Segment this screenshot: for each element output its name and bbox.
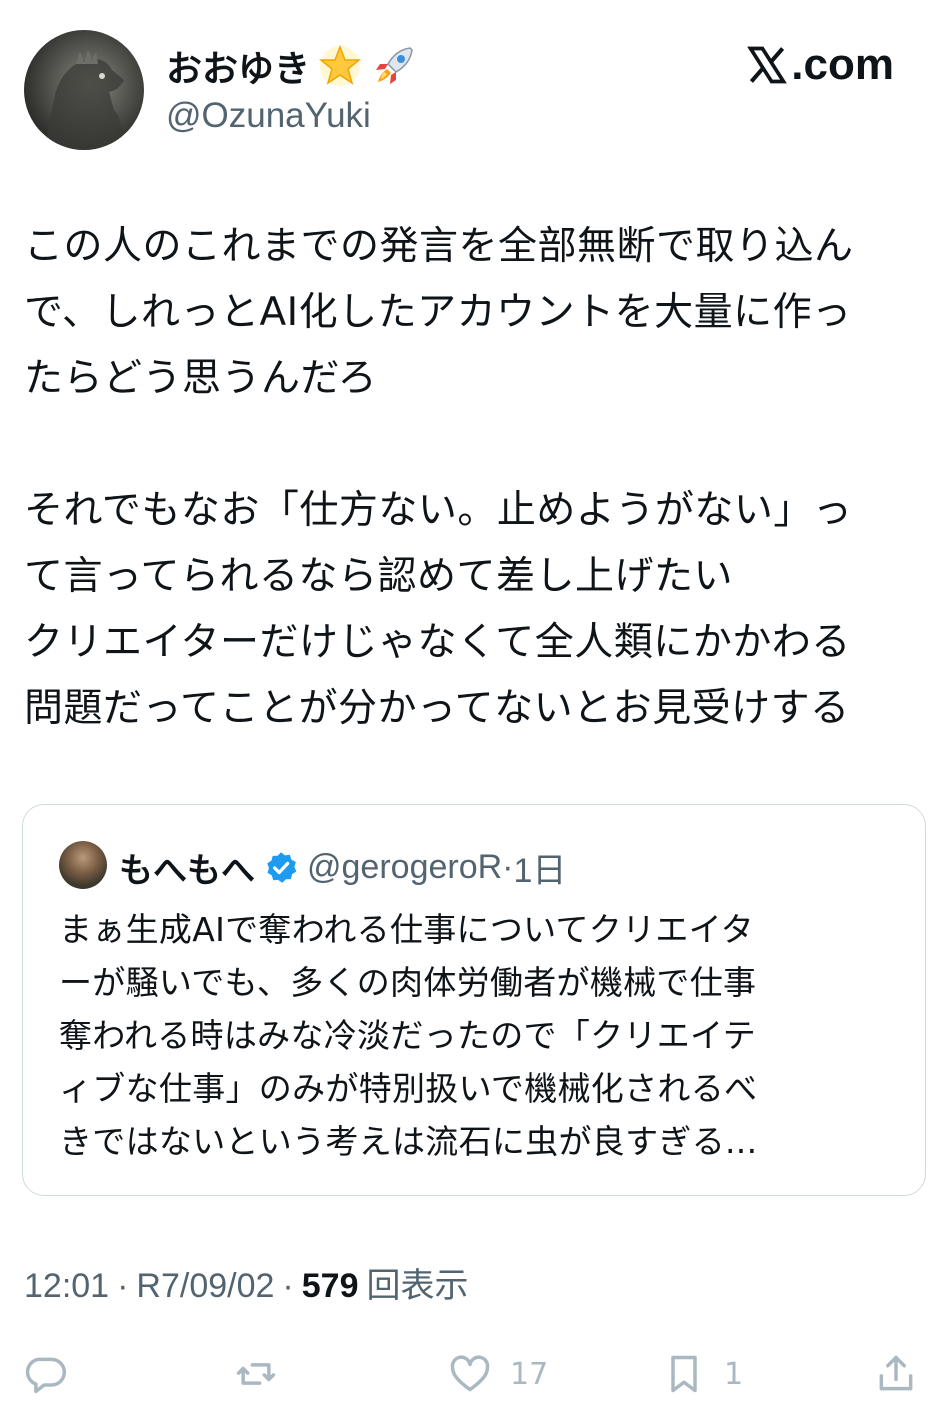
tweet-line: 問題だってことが分かってないとお見受けする <box>24 686 850 731</box>
quoted-line: まぁ生成AIで奪われる仕事についてクリエイタ <box>59 910 754 949</box>
retweet-icon <box>236 1363 276 1385</box>
author-handle[interactable]: @OzunaYuki <box>166 96 371 136</box>
author-display-name-row: おおゆき <box>166 40 418 92</box>
heart-icon <box>450 1355 490 1392</box>
quoted-line: 奪われる時はみな冷淡だったので「クリエイテ <box>59 1016 756 1055</box>
tweet-text: この人のこれまでの発言を全部無断で取り込ん で、しれっとAI化したアカウントを大… <box>24 214 934 742</box>
share-button[interactable] <box>874 1352 918 1396</box>
like-button[interactable]: 17 <box>448 1352 548 1396</box>
tweet-screenshot: おおゆき @OzunaYuki .com この人のこれまでの発言を全部無断で取り… <box>0 0 950 1414</box>
x-icon <box>747 46 788 84</box>
tweet-line-blank <box>24 412 934 478</box>
views-count: 579 <box>301 1267 359 1305</box>
tweet-line: て言ってられるなら認めて差し上げたい <box>24 554 734 599</box>
tweet-line: たらどう思うんだろ <box>24 356 378 401</box>
separator-dot: · <box>502 848 514 886</box>
quoted-line: きではないという考えは流石に虫が良すぎる... <box>59 1122 758 1161</box>
quoted-line: ーが騒いでも、多くの肉体労働者が機械で仕事 <box>59 963 757 1002</box>
quoted-tweet-time[interactable]: 1日 <box>514 843 567 892</box>
quoted-tweet-text: まぁ生成AIで奪われる仕事についてクリエイタ ーが騒いでも、多くの肉体労働者が機… <box>59 903 899 1168</box>
views-label: 回表示 <box>366 1267 469 1305</box>
brand-text: .com <box>791 40 894 89</box>
tweet-line: この人のこれまでの発言を全部無断で取り込ん <box>24 224 854 269</box>
tweet-line: クリエイターだけじゃなくて全人類にかかわる <box>24 620 851 665</box>
quoted-tweet-header: もへもへ @gerogeroR · 1日 <box>119 843 566 892</box>
quoted-author-name[interactable]: もへもへ <box>119 843 255 892</box>
separator-dot: · <box>282 1267 294 1305</box>
x-logo: .com <box>745 40 894 90</box>
share-icon <box>879 1355 913 1391</box>
post-time[interactable]: 12:01 <box>24 1267 109 1306</box>
tweet-line: それでもなお「仕方ない。止めようがない」っ <box>24 488 853 533</box>
quoted-tweet-card[interactable]: もへもへ @gerogeroR · 1日 まぁ生成AIで奪われる仕事についてクリ… <box>22 804 926 1196</box>
action-bar: 17 1 <box>0 1346 950 1406</box>
bookmark-count: 1 <box>724 1356 744 1392</box>
tweet-meta: 12:01 · R7/09/02 · 579 回表示 <box>24 1258 468 1307</box>
star-icon <box>318 44 362 86</box>
rocket-icon <box>376 47 413 84</box>
author-display-name[interactable]: おおゆき <box>166 40 310 92</box>
post-date[interactable]: R7/09/02 <box>136 1267 274 1306</box>
verified-badge-icon <box>267 851 297 883</box>
bookmark-icon <box>671 1355 697 1393</box>
separator-dot: · <box>117 1267 129 1305</box>
quoted-author-handle[interactable]: @gerogeroR <box>307 848 502 887</box>
retweet-button[interactable] <box>234 1352 296 1396</box>
quoted-author-avatar[interactable] <box>59 841 107 889</box>
godzilla-avatar-image <box>44 50 124 150</box>
quoted-line: ィブな仕事」のみが特別扱いで機械化されるべ <box>59 1069 758 1108</box>
like-count: 17 <box>510 1356 549 1392</box>
reply-button[interactable] <box>24 1352 86 1396</box>
author-avatar[interactable] <box>24 30 144 150</box>
reply-icon <box>25 1357 67 1394</box>
bookmark-button[interactable]: 1 <box>662 1352 743 1396</box>
tweet-line: で、しれっとAI化したアカウントを大量に作っ <box>24 290 852 335</box>
